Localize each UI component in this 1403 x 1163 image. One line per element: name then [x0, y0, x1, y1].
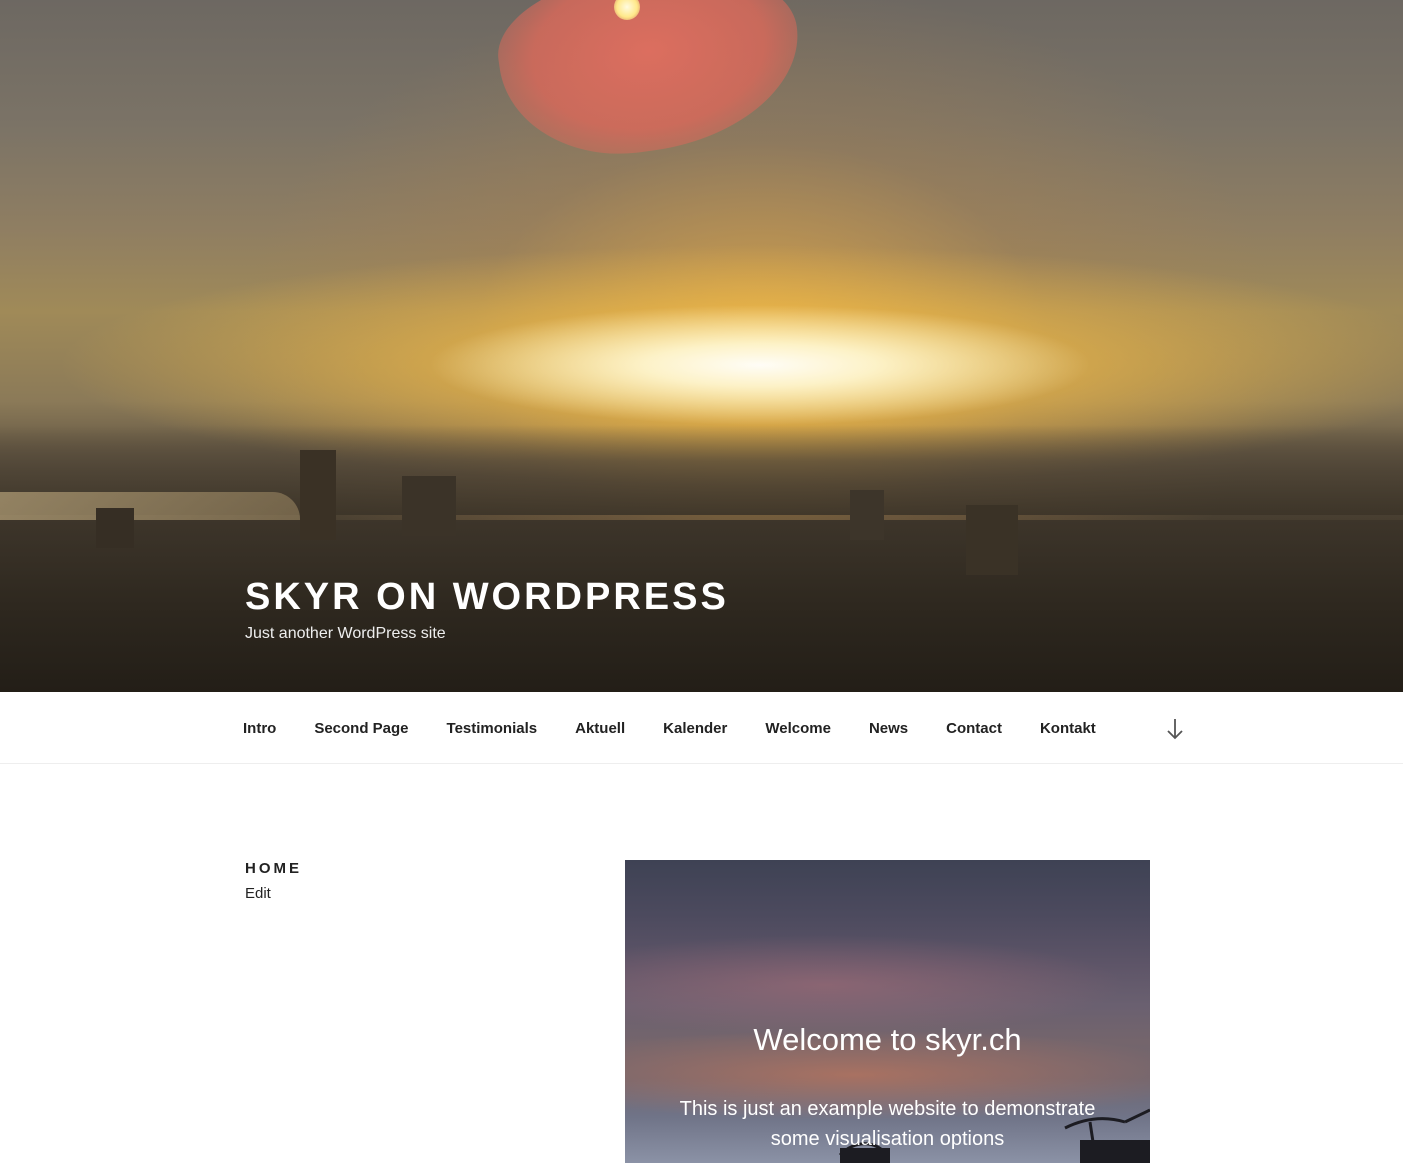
building	[850, 490, 884, 540]
cover-block: Welcome to skyr.ch This is just an examp…	[625, 860, 1150, 1163]
top-navigation: Intro Second Page Testimonials Aktuell K…	[0, 692, 1403, 764]
site-title-link[interactable]: SKYR ON WORDPRESS	[245, 575, 729, 619]
header-image: SKYR ON WORDPRESS Just another WordPress…	[0, 0, 1403, 692]
nav-item-second-page[interactable]: Second Page	[314, 720, 408, 737]
cover-title: Welcome to skyr.ch	[753, 1022, 1022, 1057]
nav-item-kalender[interactable]: Kalender	[663, 720, 727, 737]
page-title: HOME	[245, 860, 302, 877]
nav-item-contact[interactable]: Contact	[946, 720, 1002, 737]
site-branding: SKYR ON WORDPRESS Just another WordPress…	[245, 575, 729, 643]
cover-content: Welcome to skyr.ch This is just an examp…	[625, 1020, 1150, 1154]
building	[402, 476, 456, 536]
building	[300, 450, 336, 540]
lens-flare	[488, 0, 812, 171]
building	[966, 505, 1018, 575]
arrow-down-icon[interactable]	[1164, 717, 1186, 741]
page-header: HOME Edit	[245, 860, 302, 903]
nav-item-intro[interactable]: Intro	[243, 720, 276, 737]
nav-item-testimonials[interactable]: Testimonials	[447, 720, 538, 737]
cover-text: This is just an example website to demon…	[679, 1098, 1096, 1150]
nav-item-aktuell[interactable]: Aktuell	[575, 720, 625, 737]
nav-item-kontakt[interactable]: Kontakt	[1040, 720, 1096, 737]
nav-item-welcome[interactable]: Welcome	[765, 720, 831, 737]
site-description: Just another WordPress site	[245, 625, 446, 642]
edit-link[interactable]: Edit	[245, 885, 271, 902]
building	[96, 508, 134, 548]
nav-item-news[interactable]: News	[869, 720, 908, 737]
nav-menu: Intro Second Page Testimonials Aktuell K…	[243, 692, 1134, 764]
